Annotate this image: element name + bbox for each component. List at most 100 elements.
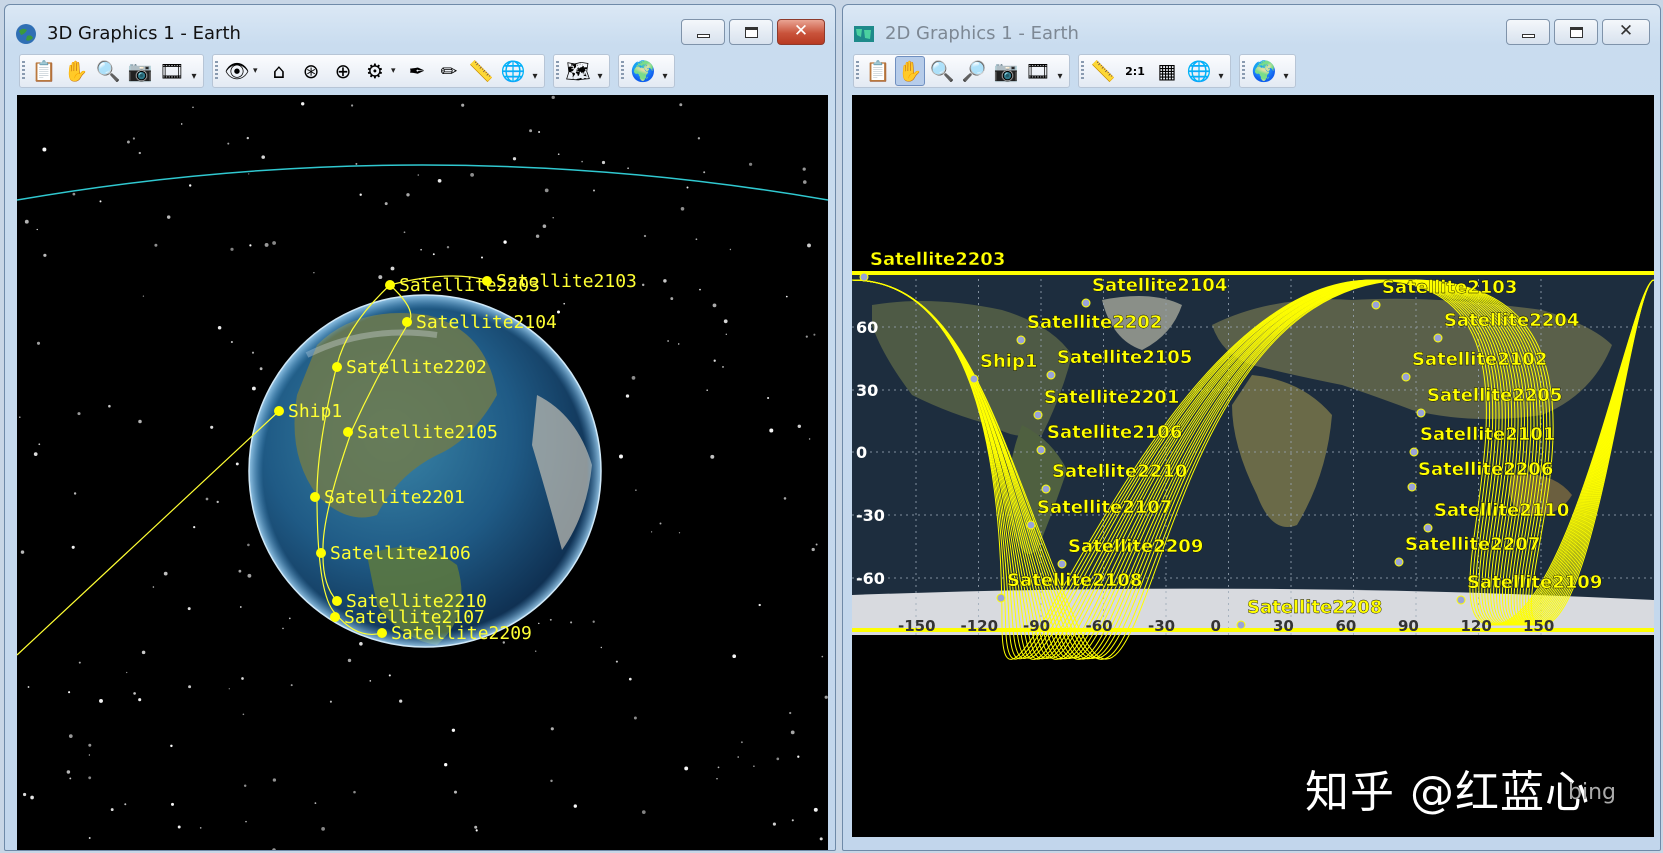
satellite-marker[interactable] <box>402 317 412 327</box>
satellite-marker[interactable] <box>1433 333 1443 343</box>
satellite-marker[interactable] <box>482 276 492 286</box>
satellite-marker[interactable] <box>1401 372 1411 382</box>
satellite-marker[interactable] <box>1041 484 1051 494</box>
toolbar-overflow-icon[interactable]: ▾ <box>188 56 200 86</box>
close-button[interactable]: ✕ <box>777 19 825 45</box>
satellite-marker[interactable] <box>1371 300 1381 310</box>
map-grid-icon[interactable]: ▦ <box>1152 56 1182 86</box>
properties-icon[interactable]: 📋 <box>29 56 59 86</box>
satellite-label: Ship1 <box>980 351 1037 372</box>
globe-manager-icon[interactable]: 🌐 <box>1184 56 1214 86</box>
toolbar-overflow-icon[interactable]: ▾ <box>1054 56 1066 86</box>
map-app-icon <box>854 26 874 42</box>
satellite-marker[interactable] <box>1416 408 1426 418</box>
maximize-icon <box>1570 27 1583 38</box>
satellite-marker[interactable] <box>1409 447 1419 457</box>
view-from-icon[interactable]: 👁 <box>222 56 252 86</box>
longitude-tick-label: 0 <box>1211 617 1221 635</box>
3d-scene[interactable]: Satellite2203Satellite2103Satellite2104S… <box>17 95 828 850</box>
toolbar-3d: 📋 ✋ 🔍 📷 🎞 ▾ 👁 ▾ ⌂ ⊛ ⊕ ⚙ ▾ ✒ ✏ 📏 🌐 ▾ 🗺 ▾ … <box>19 53 681 89</box>
satellite-label: Satellite2103 <box>1382 277 1517 298</box>
satellite-marker[interactable] <box>969 374 979 384</box>
pan-hand-icon[interactable]: ✋ <box>61 56 91 86</box>
3d-scene-viewport[interactable]: Satellite2203 Satellite2103 Satellite2104 S… <box>17 95 828 850</box>
toolbar-overflow-icon[interactable]: ▾ <box>659 56 671 86</box>
satellite-marker[interactable] <box>996 593 1006 603</box>
title-bar[interactable]: 2D Graphics 1 - Earth ✕ <box>843 5 1660 57</box>
satellite-marker[interactable] <box>1423 523 1433 533</box>
globe-manager-icon[interactable]: 🌐 <box>498 56 528 86</box>
window-title: 3D Graphics 1 - Earth <box>47 23 241 44</box>
satellite-label: Satellite2107 <box>1037 497 1172 518</box>
zoom-in-icon[interactable]: 🔍 <box>93 56 123 86</box>
satellite-marker[interactable] <box>1057 559 1067 569</box>
satellite-marker[interactable] <box>1016 335 1026 345</box>
maximize-icon <box>745 27 758 38</box>
minimize-button[interactable] <box>681 19 725 45</box>
snapshot-icon[interactable]: 📷 <box>125 56 155 86</box>
toolbar-overflow-icon[interactable]: ▾ <box>594 56 606 86</box>
satellite-marker[interactable] <box>310 492 320 502</box>
satellite-marker[interactable] <box>1033 410 1043 420</box>
minimize-button[interactable] <box>1506 19 1550 45</box>
dropdown-arrow-icon[interactable]: ▾ <box>253 66 263 76</box>
satellite-label: Satellite2202 <box>346 357 487 378</box>
longitude-tick-label: -60 <box>1086 617 1113 635</box>
object-view-icon[interactable]: ⚙ <box>360 56 390 86</box>
scale-ratio-icon[interactable]: 2:1 <box>1120 56 1150 86</box>
toolbar-overflow-icon[interactable]: ▾ <box>529 56 541 86</box>
satellite-marker[interactable] <box>274 406 284 416</box>
target-view-icon[interactable]: ⊕ <box>328 56 358 86</box>
close-button[interactable]: ✕ <box>1602 19 1650 45</box>
latitude-tick-label: 0 <box>856 443 867 462</box>
dropdown-arrow-icon[interactable]: ▾ <box>391 66 401 76</box>
satellite-label: Satellite2108 <box>1007 570 1142 591</box>
satellite-marker[interactable] <box>332 362 342 372</box>
satellite-marker[interactable] <box>377 628 387 638</box>
properties-icon[interactable]: 📋 <box>863 56 893 86</box>
minimize-icon <box>1522 34 1535 38</box>
measure-icon[interactable]: 📏 <box>466 56 496 86</box>
satellite-label: Satellite2201 <box>1044 387 1179 408</box>
satellite-marker[interactable] <box>1407 482 1417 492</box>
maximize-button[interactable] <box>729 19 773 45</box>
satellite-marker[interactable] <box>1081 298 1091 308</box>
home-view-icon[interactable]: ⌂ <box>264 56 294 86</box>
earth-icon[interactable]: 🌍 <box>1249 56 1279 86</box>
toolbar-group-views: 👁 ▾ ⌂ ⊛ ⊕ ⚙ ▾ ✒ ✏ 📏 🌐 ▾ <box>212 54 545 88</box>
satellite-marker[interactable] <box>1036 445 1046 455</box>
satellite-marker[interactable] <box>859 272 869 282</box>
title-bar[interactable]: 3D Graphics 1 - Earth ✕ <box>5 5 835 57</box>
toolbar-overflow-icon[interactable]: ▾ <box>1215 56 1227 86</box>
draw-icon[interactable]: ✏ <box>434 56 464 86</box>
pick-icon[interactable]: ✒ <box>402 56 432 86</box>
satellite-marker[interactable] <box>330 612 340 622</box>
measure-icon[interactable]: 📏 <box>1088 56 1118 86</box>
earth-icon[interactable]: 🌍 <box>628 56 658 86</box>
zoom-out-icon[interactable]: 🔎 <box>959 56 989 86</box>
satellite-marker[interactable] <box>1394 557 1404 567</box>
maximize-button[interactable] <box>1554 19 1598 45</box>
2d-map-viewport[interactable]: 60 30 0 -30 -60 -150 -120 -90 -60 -30 0 30 60 90 120 15… <box>852 95 1654 837</box>
zoom-in-icon[interactable]: 🔍 <box>927 56 957 86</box>
toolbar-overflow-icon[interactable]: ▾ <box>1280 56 1292 86</box>
satellite-marker[interactable] <box>1026 520 1036 530</box>
record-icon[interactable]: 🎞 <box>1023 56 1053 86</box>
snapshot-icon[interactable]: 📷 <box>991 56 1021 86</box>
terrain-icon[interactable]: 🗺 <box>563 56 593 86</box>
pan-hand-icon[interactable]: ✋ <box>895 56 925 86</box>
satellite-marker[interactable] <box>1236 620 1246 630</box>
satellite-marker[interactable] <box>1456 595 1466 605</box>
satellite-label: Satellite2208 <box>1247 597 1382 618</box>
toolbar-group-earth: 🌍 ▾ <box>618 54 675 88</box>
satellite-marker[interactable] <box>316 548 326 558</box>
latitude-tick-label: -60 <box>856 569 885 588</box>
satellite-marker[interactable] <box>1046 370 1056 380</box>
satellite-marker[interactable] <box>385 280 395 290</box>
2d-map[interactable]: 60 30 0 -30 -60 -150 -120 -90 -60 -30 0 30 60 90 120 15… <box>852 95 1654 837</box>
satellite-marker[interactable] <box>332 596 342 606</box>
record-icon[interactable]: 🎞 <box>157 56 187 86</box>
satellite-marker[interactable] <box>343 427 353 437</box>
orbit-view-icon[interactable]: ⊛ <box>296 56 326 86</box>
satellite-label: Satellite2202 <box>1027 312 1162 333</box>
